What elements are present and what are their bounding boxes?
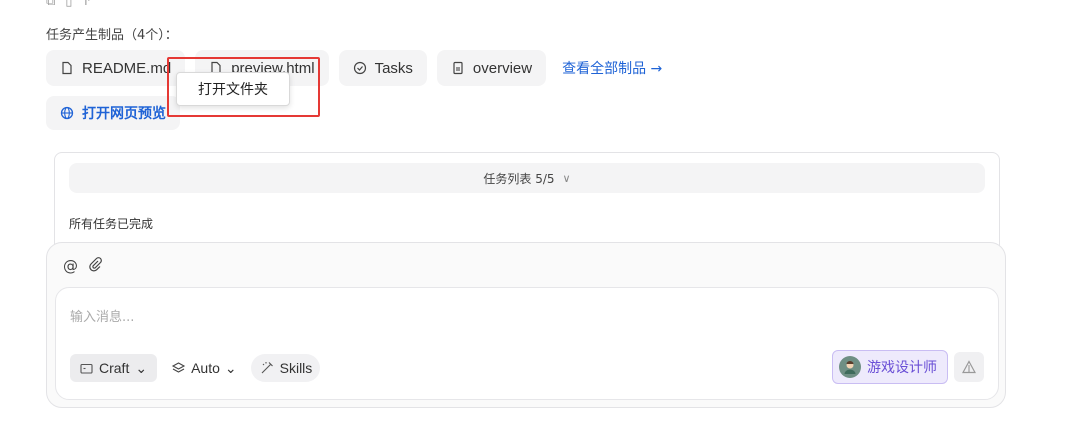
attach-icon[interactable]: [88, 257, 103, 276]
composer: @ 输入消息... Craft ⌄ Auto ⌄ Skills 游戏设计师: [46, 242, 1006, 408]
share-icon[interactable]: ↱: [82, 0, 93, 9]
chevron-down-icon: ∨: [562, 171, 571, 185]
message-input[interactable]: 输入消息... Craft ⌄ Auto ⌄ Skills 游戏设计师: [55, 287, 999, 400]
skills-button[interactable]: Skills: [250, 354, 321, 382]
send-icon: [962, 360, 976, 374]
agent-selector[interactable]: 游戏设计师: [832, 350, 948, 384]
file-icon: [62, 61, 72, 75]
composer-left-controls: Craft ⌄ Auto ⌄ Skills: [70, 354, 321, 382]
composer-right-controls: 游戏设计师: [832, 350, 984, 384]
task-list-toggle[interactable]: 任务列表 5/5 ∨: [69, 163, 985, 193]
artifact-label: README.md: [82, 59, 172, 77]
document-icon: [453, 61, 463, 75]
input-placeholder: 输入消息...: [70, 310, 135, 325]
open-web-preview-button[interactable]: 打开网页预览: [46, 96, 180, 130]
mention-icon[interactable]: @: [63, 257, 78, 276]
view-all-artifacts-link[interactable]: 查看全部制品 →: [562, 58, 662, 78]
folder-icon: [80, 363, 93, 374]
task-list-header: 任务列表 5/5: [483, 171, 555, 186]
task-status: 所有任务已完成: [69, 217, 154, 231]
model-selector[interactable]: Auto ⌄: [167, 354, 241, 382]
tooltip-label: 打开文件夹: [198, 82, 268, 98]
artifact-chip-tasks[interactable]: Tasks: [338, 50, 427, 86]
skills-label: Skills: [279, 360, 313, 376]
artifact-label: Tasks: [374, 59, 413, 77]
message-actions: ⧉ ▯ ↱: [46, 0, 93, 9]
chevron-down-icon: ⌄: [135, 359, 148, 376]
preview-label: 打开网页预览: [82, 106, 166, 122]
artifact-list: README.md preview.html Tasks overview 查看…: [46, 50, 662, 86]
composer-tools: @: [63, 257, 103, 276]
tooltip: 打开文件夹: [176, 72, 290, 106]
mode-selector[interactable]: Craft ⌄: [70, 354, 158, 382]
agent-label: 游戏设计师: [867, 360, 937, 376]
magic-wand-icon: [261, 362, 273, 374]
check-circle-icon: [353, 61, 366, 75]
send-button[interactable]: [954, 352, 984, 382]
artifacts-label: 任务产生制品（4个）：: [46, 28, 178, 43]
avatar: [839, 356, 861, 378]
layers-icon: [171, 361, 186, 373]
artifact-chip-readme[interactable]: README.md: [46, 50, 186, 86]
model-label: Auto: [191, 360, 220, 376]
mode-label: Craft: [99, 360, 130, 376]
globe-icon: [60, 106, 74, 120]
artifact-label: overview: [472, 59, 533, 77]
chevron-down-icon: ⌄: [224, 359, 237, 376]
clipboard-icon[interactable]: ▯: [65, 0, 72, 9]
artifact-chip-overview[interactable]: overview: [436, 50, 547, 86]
copy-icon[interactable]: ⧉: [46, 0, 55, 9]
